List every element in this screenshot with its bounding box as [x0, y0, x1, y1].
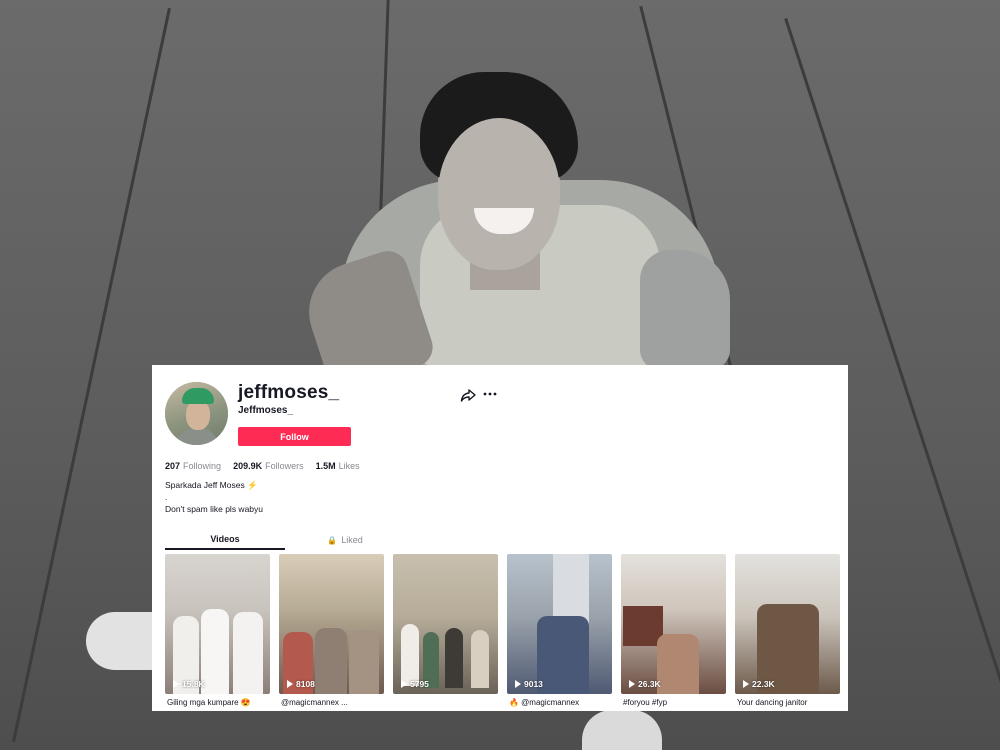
bio-line: Sparkada Jeff Moses [165, 480, 245, 490]
person-face-lower [438, 118, 560, 268]
person-shoe [582, 710, 662, 750]
stat-likes: 1.5M Likes [315, 461, 360, 471]
share-icon[interactable] [460, 387, 476, 403]
video-grid: 15.8K Giling mga kumpare 😍 8108 @magicma… [165, 554, 840, 707]
video-item[interactable]: 26.3K #foryou #fyp [621, 554, 726, 707]
tab-videos[interactable]: Videos [165, 530, 285, 550]
bio-line: . [165, 492, 168, 502]
avatar[interactable] [165, 382, 228, 445]
view-count: 8108 [287, 679, 315, 689]
video-thumbnail[interactable]: 26.3K [621, 554, 726, 694]
profile-tabs: Videos 🔒 Liked [165, 530, 405, 550]
tab-liked-label: Liked [341, 535, 363, 545]
view-count: 9013 [515, 679, 543, 689]
tiktok-profile-card: jeffmoses_ Jeffmoses_ Follow 207 Followin… [152, 365, 848, 711]
stat-followers[interactable]: 209.9K Followers [233, 461, 304, 471]
video-item[interactable]: 22.3K Your dancing janitor [735, 554, 840, 707]
video-item[interactable]: 5795 [393, 554, 498, 707]
play-icon [743, 680, 749, 688]
view-count: 5795 [401, 679, 429, 689]
play-icon [287, 680, 293, 688]
video-caption: Your dancing janitor [737, 698, 808, 707]
view-count: 15.8K [173, 679, 205, 689]
video-item[interactable]: 8108 @magicmannex ... [279, 554, 384, 707]
view-count: 22.3K [743, 679, 775, 689]
video-caption: #foryou #fyp [623, 698, 668, 707]
lightning-icon: ⚡ [247, 480, 258, 490]
person-arm [640, 250, 730, 370]
profile-stats: 207 Following 209.9K Followers 1.5M Likes [165, 461, 360, 471]
play-icon [629, 680, 635, 688]
video-thumbnail[interactable]: 22.3K [735, 554, 840, 694]
video-thumbnail[interactable]: 15.8K [165, 554, 270, 694]
stat-following[interactable]: 207 Following [165, 461, 221, 471]
nickname: Jeffmoses_ [238, 405, 294, 416]
video-thumbnail[interactable]: 9013 [507, 554, 612, 694]
view-count: 26.3K [629, 679, 661, 689]
play-icon [515, 680, 521, 688]
play-icon [173, 680, 179, 688]
more-options-icon[interactable] [482, 387, 498, 401]
follow-button[interactable]: Follow [238, 427, 351, 446]
video-caption: 🔥 @magicmannex [509, 698, 580, 707]
tab-liked[interactable]: 🔒 Liked [285, 530, 405, 550]
video-caption: Giling mga kumpare 😍 [167, 698, 251, 707]
bio: Sparkada Jeff Moses ⚡ . Don't spam like … [165, 479, 263, 515]
username: jeffmoses_ [238, 382, 340, 403]
video-item[interactable]: 15.8K Giling mga kumpare 😍 [165, 554, 270, 707]
video-item[interactable]: 9013 🔥 @magicmannex [507, 554, 612, 707]
bio-line: Don't spam like pls wabyu [165, 504, 263, 514]
video-thumbnail[interactable]: 8108 [279, 554, 384, 694]
play-icon [401, 680, 407, 688]
lock-icon: 🔒 [327, 535, 338, 545]
video-thumbnail[interactable]: 5795 [393, 554, 498, 694]
video-caption: @magicmannex ... [281, 698, 348, 707]
